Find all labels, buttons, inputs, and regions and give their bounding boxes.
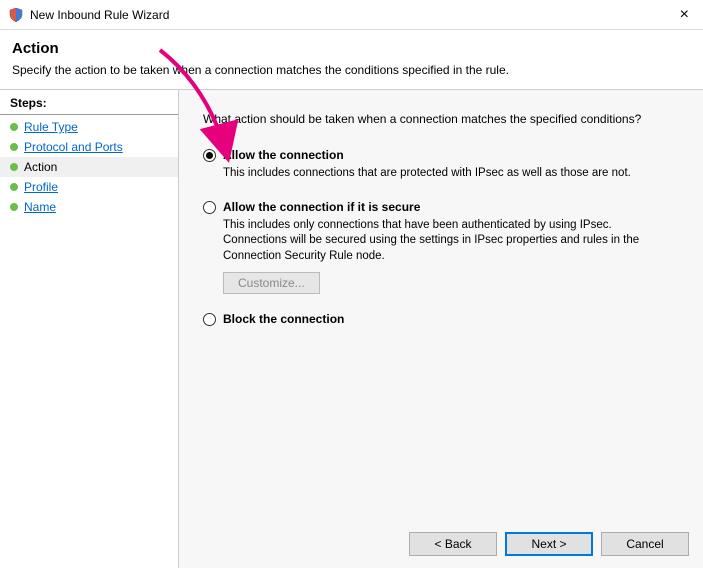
wizard-content: What action should be taken when a conne… — [178, 90, 703, 568]
radio-allow-connection[interactable] — [203, 149, 216, 162]
wizard-body: Steps: Rule Type Protocol and Ports Acti… — [0, 89, 703, 568]
page-title: Action — [12, 40, 691, 57]
option-allow-secure: Allow the connection if it is secure Thi… — [203, 200, 679, 295]
option-title: Allow the connection if it is secure — [223, 200, 679, 214]
step-label: Protocol and Ports — [24, 140, 123, 154]
step-name[interactable]: Name — [0, 197, 178, 217]
close-icon[interactable]: × — [674, 7, 695, 23]
step-dot-icon — [10, 123, 18, 131]
radio-block-connection[interactable] — [203, 313, 216, 326]
back-button[interactable]: < Back — [409, 532, 497, 556]
titlebar: New Inbound Rule Wizard × — [0, 0, 703, 30]
cancel-button[interactable]: Cancel — [601, 532, 689, 556]
option-desc: This includes connections that are prote… — [223, 166, 663, 182]
step-dot-icon — [10, 203, 18, 211]
step-label: Profile — [24, 180, 58, 194]
step-dot-icon — [10, 143, 18, 151]
step-label: Action — [24, 160, 57, 174]
page-subtitle: Specify the action to be taken when a co… — [12, 63, 691, 77]
step-rule-type[interactable]: Rule Type — [0, 117, 178, 137]
step-action[interactable]: Action — [0, 157, 178, 177]
option-allow-connection: Allow the connection This includes conne… — [203, 148, 679, 182]
window-title: New Inbound Rule Wizard — [30, 8, 674, 22]
step-label: Rule Type — [24, 120, 78, 134]
firewall-shield-icon — [8, 7, 24, 23]
step-protocol-and-ports[interactable]: Protocol and Ports — [0, 137, 178, 157]
step-label: Name — [24, 200, 56, 214]
step-dot-icon — [10, 163, 18, 171]
option-title: Block the connection — [223, 312, 679, 326]
next-button[interactable]: Next > — [505, 532, 593, 556]
option-title: Allow the connection — [223, 148, 679, 162]
customize-button: Customize... — [223, 272, 320, 294]
step-profile[interactable]: Profile — [0, 177, 178, 197]
option-desc: This includes only connections that have… — [223, 218, 663, 265]
content-question: What action should be taken when a conne… — [203, 112, 679, 126]
wizard-header: Action Specify the action to be taken wh… — [0, 30, 703, 89]
option-block-connection: Block the connection — [203, 312, 679, 326]
steps-sidebar: Steps: Rule Type Protocol and Ports Acti… — [0, 90, 178, 568]
wizard-footer: < Back Next > Cancel — [409, 532, 689, 556]
steps-heading: Steps: — [0, 92, 178, 115]
radio-allow-secure[interactable] — [203, 201, 216, 214]
step-dot-icon — [10, 183, 18, 191]
